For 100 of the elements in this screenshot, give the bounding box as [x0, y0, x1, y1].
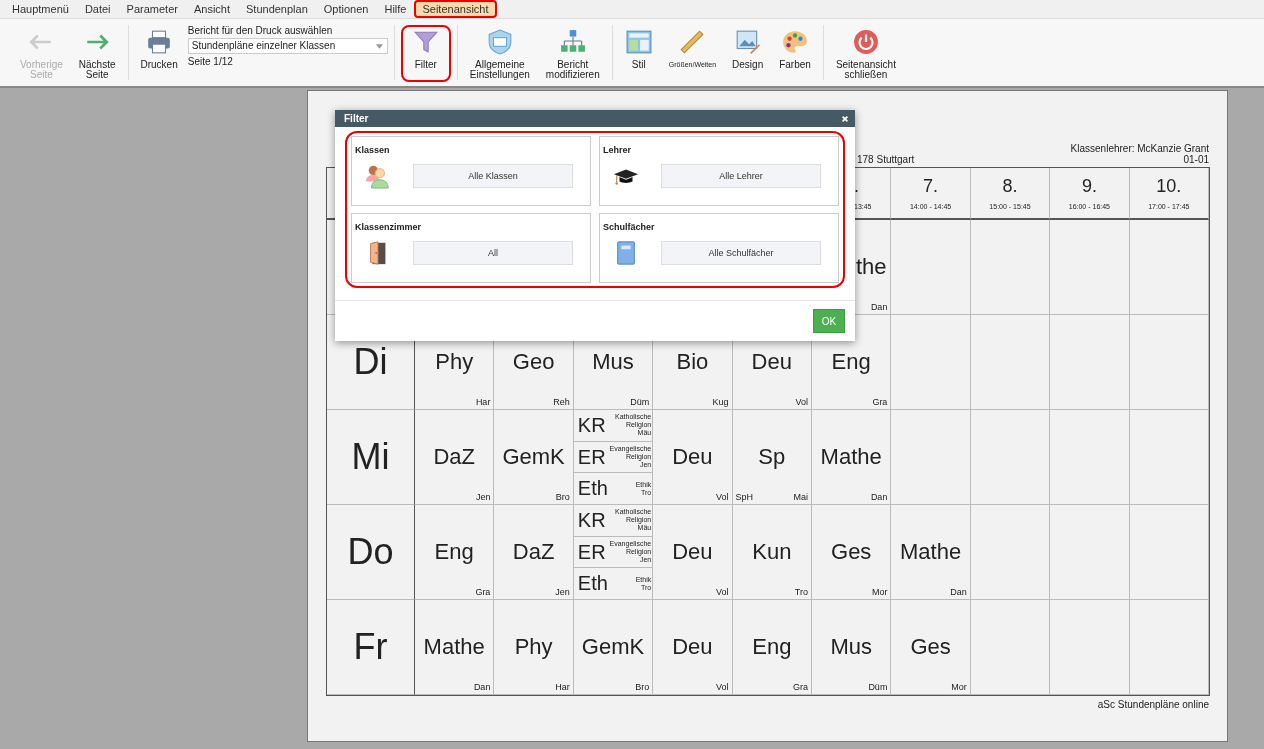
menu-tab[interactable]: Hauptmenü — [4, 0, 77, 18]
day-label: Di — [353, 341, 388, 383]
teacher-label: Vol — [716, 682, 729, 692]
teacher-label: Dan — [473, 682, 491, 692]
subject-label: Kun — [752, 539, 792, 565]
toolbar-button[interactable]: Farben — [773, 25, 817, 74]
power-icon — [852, 29, 879, 55]
teacher-label: Har — [555, 682, 570, 692]
filter-select-button[interactable]: Alle Lehrer — [661, 164, 821, 188]
palette-icon — [782, 29, 809, 55]
teacher-label: Mai — [793, 492, 808, 502]
filter-icon — [412, 29, 439, 55]
teacher-label: Vol — [716, 492, 729, 502]
menu-tab[interactable]: Seitenansicht — [414, 0, 497, 18]
footer-text: aSc Stundenpläne online — [1097, 699, 1209, 710]
toolbar-button[interactable]: Nächste Seite — [72, 25, 122, 84]
teacher-label: Jen — [475, 492, 491, 502]
subject-label: Eng — [434, 539, 474, 565]
toolbar-button[interactable]: Seitenansicht schließen — [829, 25, 902, 84]
picture-pencil-icon — [734, 29, 761, 55]
subject-label: DaZ — [433, 444, 475, 470]
subject-label: the — [856, 254, 887, 280]
toolbar-button[interactable]: Drucken — [134, 25, 184, 74]
teacher-label: Jen — [555, 587, 570, 597]
caret-icon — [375, 44, 383, 49]
report-select[interactable]: Stundenpläne einzelner Klassen — [187, 38, 388, 54]
subject-label: Phy — [514, 634, 553, 660]
subject-label: Ges — [831, 539, 872, 565]
close-icon[interactable] — [841, 114, 849, 123]
teacher-label: Gra — [475, 587, 491, 597]
subject-label: Sp — [758, 444, 786, 470]
period-number: 7. — [923, 176, 939, 197]
teacher-label: Bro — [635, 682, 650, 692]
subject-label: DaZ — [512, 539, 555, 565]
subject-label: Mathe — [900, 539, 962, 565]
printer-icon — [146, 29, 173, 55]
section-title: Lehrer — [603, 145, 631, 155]
filter-select-button[interactable]: Alle Schulfächer — [661, 241, 821, 265]
menu-tab[interactable]: Datei — [76, 0, 119, 18]
people-icon — [365, 163, 391, 189]
menu-tab[interactable]: Optionen — [315, 0, 377, 18]
hierarchy-icon — [559, 29, 586, 55]
teacher-label: Har — [475, 397, 491, 407]
subject-label: Ges — [910, 634, 951, 660]
page-indicator: Seite 1/12 — [187, 56, 234, 67]
toolbar-button[interactable]: Stil — [618, 25, 659, 74]
toolbar-button[interactable]: Allgemeine Einstellungen — [463, 25, 536, 84]
ruler-icon — [679, 29, 706, 55]
day-label: Mi — [351, 436, 390, 478]
subject-label: Bio — [676, 349, 709, 375]
teacher-label: Düm — [630, 397, 650, 407]
teacher-label: Dan — [870, 492, 888, 502]
subject-label: Phy — [435, 349, 474, 375]
menu-tab[interactable]: Parameter — [118, 0, 186, 18]
menu-tab[interactable]: Ansicht — [185, 0, 238, 18]
period-number: 10. — [1156, 176, 1182, 197]
filter-select-button[interactable]: All — [413, 241, 573, 265]
subject-label: GemK — [581, 634, 645, 660]
subject-label: Deu — [751, 349, 792, 375]
shield-icon — [486, 29, 513, 55]
toolbar-button[interactable]: Filter — [400, 25, 451, 82]
layout-icon — [625, 29, 652, 55]
subject-label: Deu — [672, 444, 713, 470]
class-name: 01-01 — [1183, 154, 1209, 165]
teacher-label: Reh — [553, 397, 570, 407]
subject-label: KR — [577, 508, 606, 532]
school-address: 178 Stuttgart — [857, 154, 915, 165]
teacher-label: Bro — [555, 492, 570, 502]
teacher-label: Dan — [870, 302, 888, 312]
subject-label: GemK — [502, 444, 565, 470]
subject-label: Mus — [592, 349, 634, 375]
dialog-title: Filter — [344, 113, 369, 124]
teacher-label: Mor — [871, 587, 888, 597]
toolbar-button[interactable]: Design — [726, 25, 770, 74]
subject-label: Geo — [512, 349, 555, 375]
subject-label: Eth — [577, 572, 608, 596]
report-label: Bericht für den Druck auswählen — [187, 25, 334, 36]
subject-label: Mathe — [820, 444, 882, 470]
menu-tab[interactable]: Hilfe — [376, 0, 415, 18]
section-title: Klassen — [355, 145, 390, 155]
subject-label: Deu — [672, 634, 713, 660]
filter-select-button[interactable]: Alle Klassen — [413, 164, 573, 188]
subject-label: Eng — [752, 634, 792, 660]
subject-label: KR — [577, 413, 606, 437]
teacher-label: Vol — [795, 397, 808, 407]
subject-label: Eng — [831, 349, 871, 375]
menu-tab[interactable]: Stundenplan — [238, 0, 316, 18]
teacher-label: Vol — [716, 587, 729, 597]
teacher-label: Tro — [794, 587, 808, 597]
teacher-label: Mor — [951, 682, 967, 692]
teacher-label: Düm — [868, 682, 888, 692]
subject-label: ER — [577, 540, 606, 564]
section-title: Klassenzimmer — [355, 222, 422, 232]
period-number: 9. — [1081, 176, 1097, 197]
subject-label: Mathe — [423, 634, 485, 660]
toolbar-button[interactable]: Bericht modifizieren — [539, 25, 606, 84]
room-label: SpH — [735, 492, 754, 502]
day-label: Fr — [353, 626, 388, 668]
subject-label: Mus — [830, 634, 872, 660]
subject-label: Eth — [577, 477, 608, 501]
